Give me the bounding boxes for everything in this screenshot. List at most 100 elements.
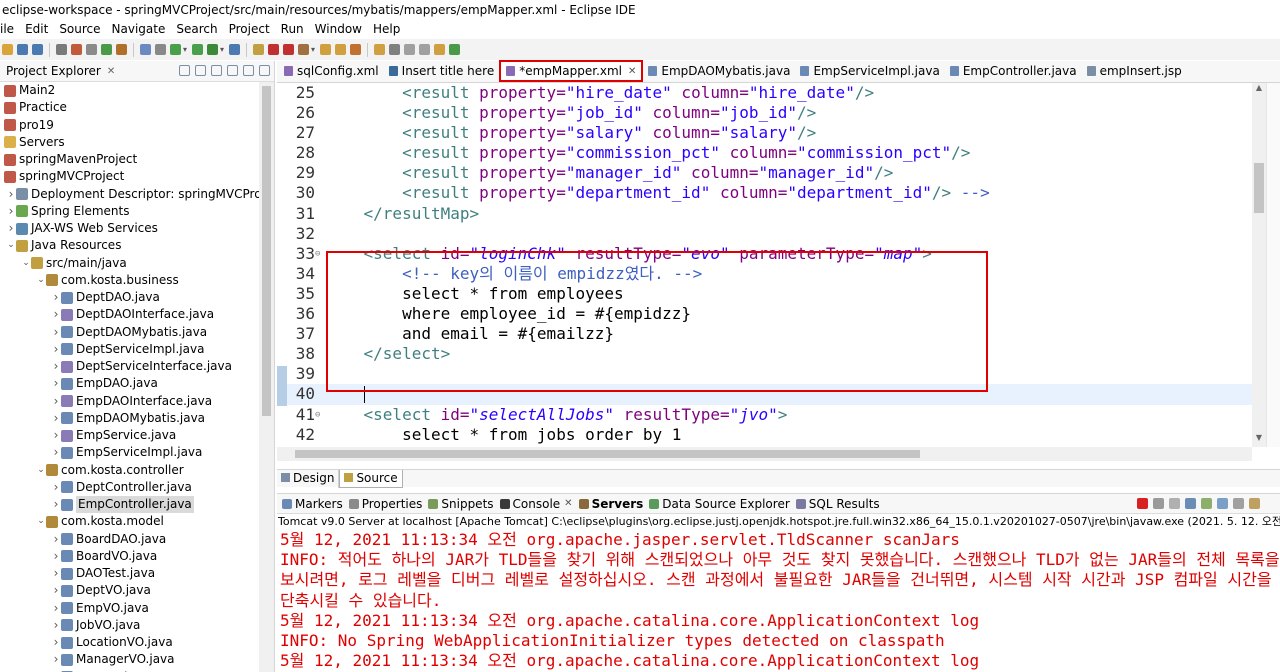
tree-item[interactable]: › Deployment Descriptor: springMVCProject [0,186,274,203]
remove-all-icon[interactable] [1169,498,1180,509]
scrollbar-thumb[interactable] [1254,163,1264,213]
tree-item[interactable]: springMVCProject [0,168,274,185]
tree-item[interactable]: Practice [0,99,274,116]
menu-window[interactable]: Window [311,20,366,39]
display-console-icon[interactable] [1233,498,1244,509]
run-icon[interactable] [86,44,97,55]
scroll-up-icon[interactable]: ▲ [1252,83,1266,97]
open-console-icon[interactable] [1249,498,1260,509]
chevron-down-icon[interactable]: ⌄ [36,513,46,530]
stop-server-icon[interactable] [268,44,280,55]
tree-item[interactable]: springMavenProject [0,151,274,168]
scroll-down-icon[interactable]: ▼ [1252,433,1266,447]
filter-icon[interactable] [211,65,222,76]
tree-item[interactable]: ⌄ Java Resources [0,237,274,254]
editor-tab[interactable]: Insert title here [384,60,500,82]
chevron-right-icon[interactable]: › [51,565,61,582]
chevron-right-icon[interactable]: › [51,324,61,341]
scrollbar-thumb[interactable] [262,86,271,416]
chevron-right-icon[interactable]: › [51,496,61,513]
close-icon[interactable]: ✕ [107,66,115,77]
editor-vertical-scrollbar[interactable]: ▲ ▼ [1252,83,1266,447]
editor-horizontal-scrollbar[interactable] [277,447,1252,461]
chevron-right-icon[interactable]: › [51,444,61,461]
terminate-icon[interactable] [283,44,295,55]
tree-item[interactable]: pro19 [0,117,274,134]
chevron-right-icon[interactable]: › [51,427,61,444]
console-tab-console[interactable]: Console ✕ [497,497,576,511]
tree-item[interactable]: › EmpServiceImpl.java [0,444,274,461]
console-tab-snippets[interactable]: Snippets [425,497,496,511]
annotation-icon[interactable] [335,44,347,55]
tree-item[interactable]: › DeptServiceInterface.java [0,358,274,375]
run-last-icon[interactable] [192,44,204,55]
pin-console-icon[interactable] [1217,498,1228,509]
chevron-right-icon[interactable]: › [51,617,61,634]
menu-run[interactable]: Run [277,20,308,39]
editor-tab[interactable]: EmpServiceImpl.java [795,60,944,82]
tree-item[interactable]: › EmpDAOMybatis.java [0,410,274,427]
chevron-right-icon[interactable]: › [51,479,61,496]
coverage-icon[interactable] [101,44,112,55]
tree-item[interactable]: › DAOTest.java [0,565,274,582]
chevron-down-icon[interactable]: ⌄ [21,255,31,272]
tree-item[interactable]: › EmpDAO.java [0,375,274,392]
editor-tab[interactable]: EmpController.java [945,60,1082,82]
fold-toggle-icon[interactable]: ⊖ [315,405,320,425]
console-tab-servers[interactable]: Servers [576,497,647,511]
tree-item[interactable]: › EmpDAOInterface.java [0,393,274,410]
search-icon[interactable] [155,44,166,55]
chevron-right-icon[interactable]: › [51,306,61,323]
build-icon[interactable] [170,44,181,55]
scroll-lock-icon[interactable] [1185,498,1196,509]
chevron-down-icon[interactable]: ▾ [183,45,187,54]
overview-ruler[interactable] [1266,83,1280,447]
tree-item[interactable]: › DeptDAOInterface.java [0,306,274,323]
new-server-icon[interactable] [140,44,151,55]
tree-item[interactable]: › EmpController.java [0,496,274,514]
tree-item[interactable]: ⌄ com.kosta.model [0,513,274,530]
chevron-down-icon[interactable]: ⌄ [36,272,46,289]
chevron-right-icon[interactable]: › [51,375,61,392]
menu-search[interactable]: Search [172,20,221,39]
chevron-right-icon[interactable]: › [6,203,16,220]
run-as-icon[interactable] [207,44,219,55]
editor-tab[interactable]: EmpDAOMybatis.java [643,60,795,82]
tree-item[interactable]: › BoardDAO.java [0,531,274,548]
console-tab-markers[interactable]: Markers [279,497,346,511]
tree-item[interactable]: › BoardVO.java [0,548,274,565]
profile-icon[interactable] [229,44,241,55]
console-tab-data-source-explorer[interactable]: Data Source Explorer [646,497,792,511]
tree-item[interactable]: › EmpVO.java [0,600,274,617]
tree-item[interactable]: › DeptVO.java [0,582,274,599]
stop-icon[interactable] [1137,498,1148,509]
open-task-icon[interactable] [320,44,332,55]
tree-item[interactable]: › UserVO.java [0,669,274,672]
menu-edit[interactable]: Edit [21,20,52,39]
chevron-right-icon[interactable]: › [51,634,61,651]
word-wrap-icon[interactable] [1201,498,1212,509]
menu-project[interactable]: Project [225,20,274,39]
close-icon[interactable]: ✕ [628,66,636,77]
menu-navigate[interactable]: Navigate [108,20,170,39]
tree-item[interactable]: › DeptDAOMybatis.java [0,324,274,341]
edit-icon[interactable] [434,44,446,55]
explorer-scrollbar[interactable] [259,82,274,672]
editor-tab[interactable]: empInsert.jsp [1082,60,1187,82]
maximize-icon[interactable] [259,65,270,76]
project-explorer-tab[interactable]: Project Explorer [0,64,101,78]
collapse-all-icon[interactable] [179,65,190,76]
console-tab-properties[interactable]: Properties [346,497,426,511]
tree-item[interactable]: ⌄ com.kosta.controller [0,462,274,479]
prev-annotation-icon[interactable] [374,44,386,55]
tree-item[interactable]: › EmpService.java [0,427,274,444]
chevron-right-icon[interactable]: › [51,582,61,599]
debug-icon[interactable] [71,44,82,55]
tree-item[interactable]: Main2 [0,82,274,99]
chevron-right-icon[interactable]: › [51,531,61,548]
pin-icon[interactable] [419,44,431,55]
chevron-right-icon[interactable]: › [51,548,61,565]
tree-item[interactable]: › JAX-WS Web Services [0,220,274,237]
tree-item[interactable]: › DeptServiceImpl.java [0,341,274,358]
menu-help[interactable]: Help [369,20,404,39]
